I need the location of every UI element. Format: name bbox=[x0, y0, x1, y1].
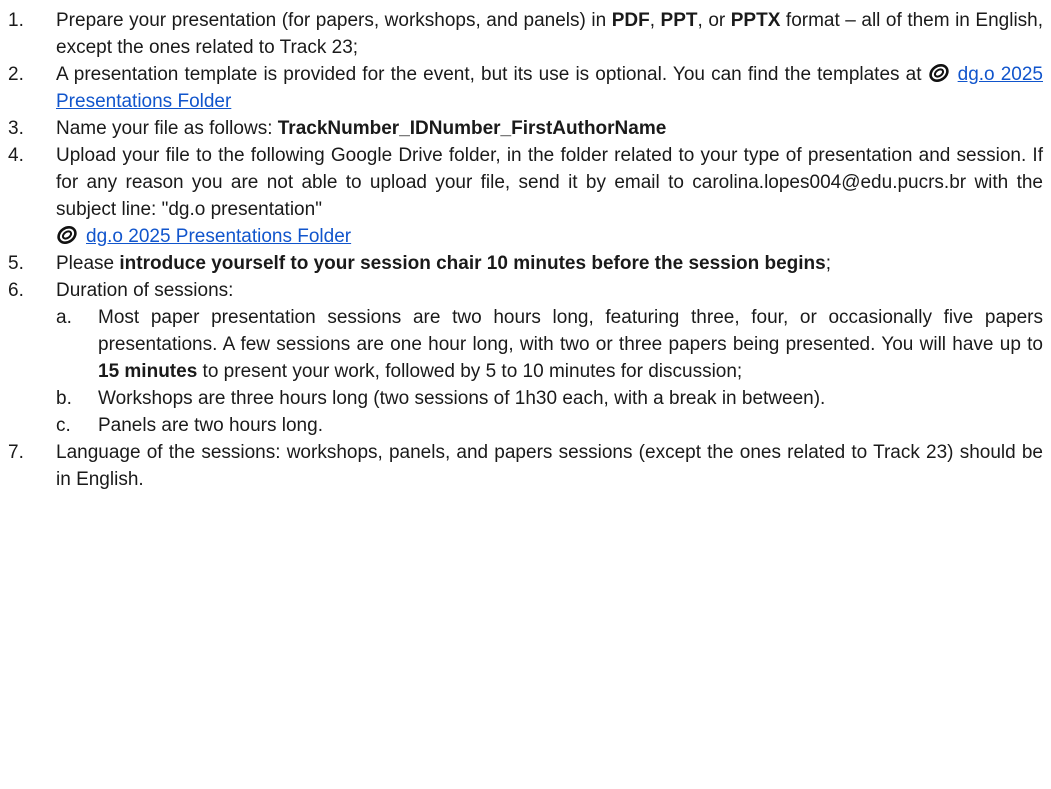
item-text: A presentation template is provided for … bbox=[56, 64, 928, 85]
format-pptx: PPTX bbox=[730, 10, 781, 31]
document-page: 1. Prepare your presentation (for papers… bbox=[0, 0, 1051, 789]
format-ppt: PPT bbox=[660, 10, 698, 31]
presentation-time: 15 minutes bbox=[98, 361, 198, 382]
session-chair-note: introduce yourself to your session chair… bbox=[119, 253, 826, 274]
list-item-2: 2. A presentation template is provided f… bbox=[0, 61, 1043, 115]
list-item-4: 4. Upload your file to the following Goo… bbox=[0, 142, 1043, 250]
format-pdf: PDF bbox=[611, 10, 650, 31]
duration-sublist: a. Most paper presentation sessions are … bbox=[0, 304, 1043, 439]
item-text: Most paper presentation sessions are two… bbox=[98, 307, 1043, 355]
list-number: 7. bbox=[8, 442, 24, 463]
sublist-letter: b. bbox=[56, 388, 72, 409]
item-text: Duration of sessions: bbox=[56, 280, 234, 301]
item-text: , or bbox=[697, 10, 731, 31]
list-number: 3. bbox=[8, 118, 24, 139]
list-number: 4. bbox=[8, 145, 24, 166]
sublist-item-c: c. Panels are two hours long. bbox=[0, 412, 1043, 439]
list-number: 5. bbox=[8, 253, 24, 274]
list-item-5: 5. Please introduce yourself to your ses… bbox=[0, 250, 1043, 277]
item-text: Panels are two hours long. bbox=[98, 415, 323, 436]
item-text: , bbox=[649, 10, 661, 31]
folder-link-line: dg.o 2025 Presentations Folder bbox=[56, 223, 1043, 250]
list-item-7: 7. Language of the sessions: workshops, … bbox=[0, 439, 1043, 493]
list-number: 6. bbox=[8, 280, 24, 301]
sublist-item-b: b. Workshops are three hours long (two s… bbox=[0, 385, 1043, 412]
file-name-format: TrackNumber_IDNumber_FirstAuthorName bbox=[277, 118, 667, 139]
item-text: Workshops are three hours long (two sess… bbox=[98, 388, 826, 409]
sublist-item-a: a. Most paper presentation sessions are … bbox=[0, 304, 1043, 385]
list-item-6: 6. Duration of sessions: a. Most paper p… bbox=[0, 277, 1043, 439]
presentations-folder-link[interactable]: dg.o 2025 Presentations Folder bbox=[86, 226, 351, 247]
sublist-letter: a. bbox=[56, 307, 72, 328]
list-number: 2. bbox=[8, 64, 24, 85]
list-number: 1. bbox=[8, 10, 24, 31]
item-text: Language of the sessions: workshops, pan… bbox=[56, 442, 1043, 490]
list-item-1: 1. Prepare your presentation (for papers… bbox=[0, 7, 1043, 61]
sublist-letter: c. bbox=[56, 415, 71, 436]
item-text: Prepare your presentation (for papers, w… bbox=[56, 10, 612, 31]
item-text: to present your work, followed by 5 to 1… bbox=[197, 361, 743, 382]
item-text: ; bbox=[825, 253, 832, 274]
paperclip-icon bbox=[56, 225, 78, 245]
list-item-3: 3. Name your file as follows: TrackNumbe… bbox=[0, 115, 1043, 142]
item-text: Please bbox=[56, 253, 120, 274]
item-text: Upload your file to the following Google… bbox=[56, 145, 1043, 220]
paperclip-icon bbox=[928, 63, 950, 83]
instructions-list: 1. Prepare your presentation (for papers… bbox=[0, 7, 1043, 493]
item-text: Name your file as follows: bbox=[56, 118, 278, 139]
